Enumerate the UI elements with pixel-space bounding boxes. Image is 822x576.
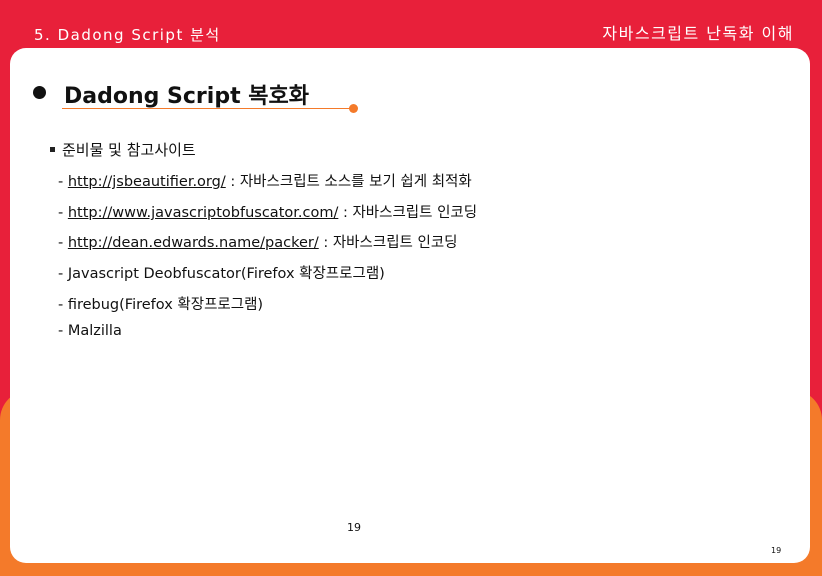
list-item-dash: - [58, 235, 68, 251]
title-underline-dot-icon [349, 104, 358, 113]
list-item-description: : 자바스크립트 인코딩 [318, 235, 458, 251]
list-item: - Malzilla [58, 323, 122, 339]
list-item: - http://jsbeautifier.org/ : 자바스크립트 소스를 … [58, 170, 472, 191]
dean-edwards-packer-link[interactable]: http://dean.edwards.name/packer/ [68, 235, 319, 251]
list-item-description: Malzilla [67, 323, 122, 339]
list-item-dash: - [58, 323, 68, 339]
list-item-dash: - [58, 205, 68, 221]
list-item: - Javascript Deobfuscator(Firefox 확장프로그램… [58, 262, 385, 283]
page-number: 19 [347, 521, 361, 534]
javascriptobfuscator-link[interactable]: http://www.javascriptobfuscator.com/ [68, 205, 339, 221]
square-bullet-icon [50, 147, 55, 152]
list-item: - firebug(Firefox 확장프로그램) [58, 293, 263, 314]
slide-title: Dadong Script 복호화 [64, 84, 309, 109]
list-item: - http://www.javascriptobfuscator.com/ :… [58, 201, 477, 222]
title-bullet-icon [33, 86, 46, 99]
list-item-dash: - [58, 174, 68, 190]
list-item-description: : 자바스크립트 소스를 보기 쉽게 최적화 [225, 174, 472, 190]
topic-header: 자바스크립트 난독화 이해 [602, 24, 794, 43]
list-item: - http://dean.edwards.name/packer/ : 자바스… [58, 231, 458, 252]
list-item-description: firebug(Firefox 확장프로그램) [67, 297, 264, 313]
list-item-dash: - [58, 297, 68, 313]
list-item-description: : 자바스크립트 인코딩 [338, 205, 478, 221]
list-item-dash: - [58, 266, 68, 282]
section-heading: 준비물 및 참고사이트 [62, 141, 196, 159]
page-number-corner: 19 [771, 546, 782, 555]
jsbeautifier-link[interactable]: http://jsbeautifier.org/ [68, 174, 226, 190]
section-header: 5. Dadong Script 분석 [34, 26, 221, 44]
list-item-description: Javascript Deobfuscator(Firefox 확장프로그램) [67, 266, 385, 282]
title-underline [62, 108, 352, 109]
